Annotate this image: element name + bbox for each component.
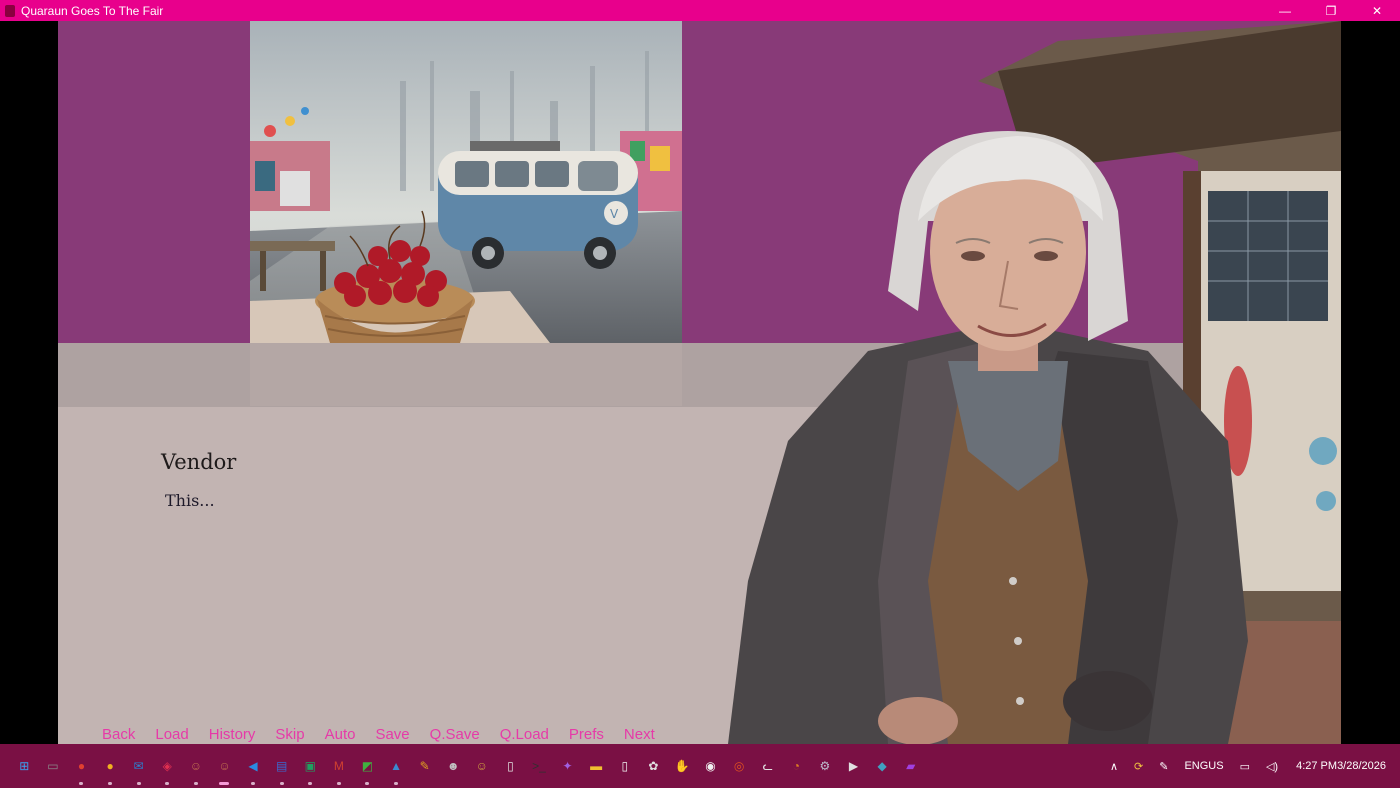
language-indicator[interactable]: ENG US [1184,760,1223,773]
ubuntu-icon[interactable]: ◎ [728,755,750,777]
svg-text:V: V [610,207,619,221]
network-icon[interactable]: ▭ [1240,760,1250,773]
window-title: Quaraun Goes To The Fair [21,3,164,18]
hand-icon[interactable]: ✋ [671,755,693,777]
quick-menu-skip[interactable]: Skip [275,726,304,743]
game-icon[interactable]: ☺ [185,755,207,785]
chatgpt-icon[interactable]: ✿ [642,755,664,777]
pocket-icon[interactable]: ◈ [156,755,178,785]
quick-menu-prefs[interactable]: Prefs [569,726,604,743]
document-icon[interactable]: ▤ [271,755,293,785]
camera-icon[interactable]: ◉ [700,755,722,777]
volume-icon[interactable]: ◁) [1266,760,1278,773]
sync-icon[interactable]: ⟳ [1134,760,1143,773]
media-player-icon[interactable]: ▶ [843,755,865,777]
folder-icon[interactable]: ▬ [585,755,607,777]
copilot-icon[interactable]: ✦ [557,755,579,777]
region-code: US [1208,759,1224,772]
film-icon[interactable]: ▰ [900,755,922,777]
clipboard-icon[interactable]: ▯ [499,755,521,777]
vendor-character-portrait [728,21,1341,744]
clock-time: 4:27 PM [1296,759,1338,772]
quick-menu-qload[interactable]: Q.Load [500,726,549,743]
quick-menu-load[interactable]: Load [155,726,188,743]
quick-menu-qsave[interactable]: Q.Save [430,726,480,743]
game-active-icon[interactable]: ☺ [213,755,235,785]
clock-date: 3/28/2026 [1337,759,1386,772]
system-tray: ∧ ⟳ ✎ ENG US ▭ ◁) 4:27 PM 3/28/2026 [1102,744,1400,788]
blender-icon[interactable]: ◔ [785,755,807,777]
app-icon [5,4,15,17]
minimize-button[interactable]: — [1262,0,1308,21]
dialogue-text: This... [165,491,215,510]
pencil-icon[interactable]: ✎ [414,755,436,777]
quick-menu-save[interactable]: Save [375,726,409,743]
quick-menu-next[interactable]: Next [624,726,655,743]
quick-menu: Back Load History Skip Auto Save Q.Save … [102,726,675,743]
chrome-icon[interactable]: ● [70,755,92,785]
task-view-icon[interactable]: ▭ [42,755,64,777]
mail-icon[interactable]: ✉ [128,755,150,785]
gmail-icon[interactable]: M [328,755,350,785]
windows-start-icon[interactable]: ⊞ [13,755,35,777]
avatar-icon[interactable]: ☺ [471,755,493,777]
console-icon[interactable]: >_ [528,755,550,777]
quick-menu-back[interactable]: Back [102,726,135,743]
map-app-icon[interactable]: ◆ [871,755,893,777]
tray-overflow-chevron-icon[interactable]: ∧ [1110,760,1118,773]
speaker-name: Vendor [161,450,237,474]
restore-button[interactable]: ❐ [1308,0,1354,21]
cat-icon[interactable]: ᓚ [757,755,779,777]
pen-icon[interactable]: ✎ [1159,760,1168,773]
settings-icon[interactable]: ⚙ [814,755,836,777]
ghost-icon[interactable]: ☻ [442,755,464,777]
language-code: ENG [1184,759,1209,772]
terminal-app-icon[interactable]: ▣ [299,755,321,785]
clock[interactable]: 4:27 PM 3/28/2026 [1296,759,1386,774]
taskbar-pinned-apps: ⊞ ▭ ● ● ✉ ◈ ☺ ☺ ◀ ▤ ▣ M ◩ ▲ ✎ ☻ ☺ ▯ >_ ✦ ▬ ▯ ✿ ✋ ◉ ◎ ᓚ ◔ ⚙ ▶ ◆ ▰ [10,755,925,785]
scene-image: V [250,21,682,406]
close-button[interactable]: ✕ [1354,0,1400,21]
chrome-alt-icon[interactable]: ● [99,755,121,785]
window-title-bar[interactable]: Quaraun Goes To The Fair — ❐ ✕ [0,0,1400,21]
file-icon[interactable]: ▯ [614,755,636,777]
quick-menu-auto[interactable]: Auto [325,726,356,743]
quick-menu-history[interactable]: History [209,726,256,743]
taskbar: ⊞ ▭ ● ● ✉ ◈ ☺ ☺ ◀ ▤ ▣ M ◩ ▲ ✎ ☻ ☺ ▯ >_ ✦ ▬ ▯ ✿ ✋ ◉ ◎ ᓚ ◔ ⚙ ▶ ◆ ▰ ∧ ⟳ ✎ … [0,744,1400,788]
vscode-icon[interactable]: ◀ [242,755,264,785]
notes-icon[interactable]: ◩ [356,755,378,785]
game-viewport[interactable]: V Vendor This... Back Load History Skip … [58,21,1341,744]
photos-icon[interactable]: ▲ [385,755,407,785]
